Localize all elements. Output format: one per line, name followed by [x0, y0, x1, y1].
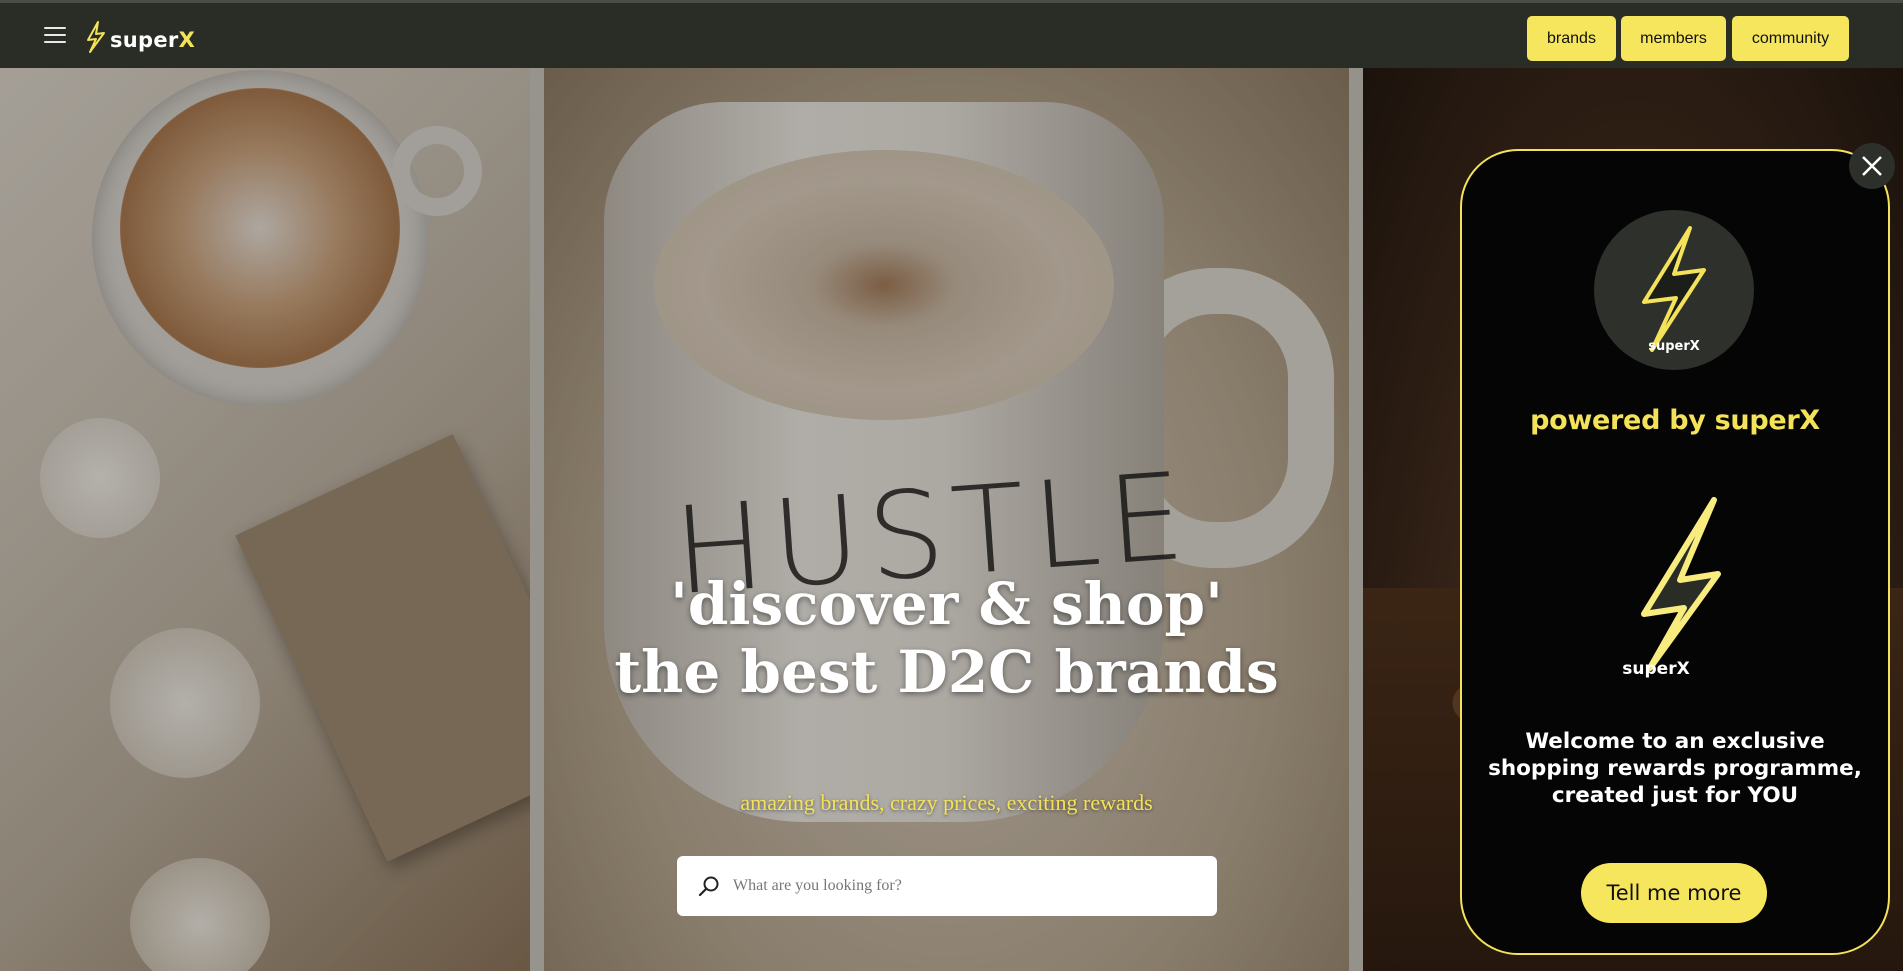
tell-me-more-button[interactable]: Tell me more	[1581, 863, 1767, 923]
nav-members-button[interactable]: members	[1621, 16, 1726, 61]
hero-title-line2: the best D2C brands	[614, 638, 1279, 706]
superx-large-logo: superX	[1622, 497, 1721, 679]
lightning-bolt-icon	[87, 21, 105, 53]
close-icon[interactable]	[1860, 154, 1884, 178]
hero-title-line1: 'discover & shop'	[670, 570, 1223, 638]
lightning-bolt-icon	[1641, 497, 1721, 671]
welcome-message: Welcome to an exclusive shopping rewards…	[1488, 729, 1862, 808]
search-input[interactable]	[733, 877, 1203, 895]
hamburger-menu-icon[interactable]	[44, 27, 66, 45]
logo-wordmark: superX	[110, 28, 196, 52]
nav-brands-button[interactable]: brands	[1527, 16, 1616, 61]
search-bar[interactable]	[677, 856, 1217, 916]
superx-logo[interactable]: superX	[84, 19, 195, 55]
nav-community-button[interactable]: community	[1732, 16, 1849, 61]
top-navbar: superX brands members community	[0, 0, 1903, 68]
superx-badge: superX	[1594, 210, 1754, 370]
search-icon[interactable]	[697, 874, 721, 898]
hero-subtitle: amazing brands, crazy prices, exciting r…	[740, 790, 1153, 815]
popup-close-button[interactable]	[1849, 143, 1895, 189]
badge-logo-text: superX	[1648, 339, 1700, 354]
hero-title: 'discover & shop' the best D2C brands	[544, 570, 1349, 706]
lightning-bolt-icon: superX	[1642, 226, 1706, 354]
powered-by-text: powered by superX	[1530, 405, 1820, 436]
big-logo-text: superX	[1622, 659, 1689, 679]
